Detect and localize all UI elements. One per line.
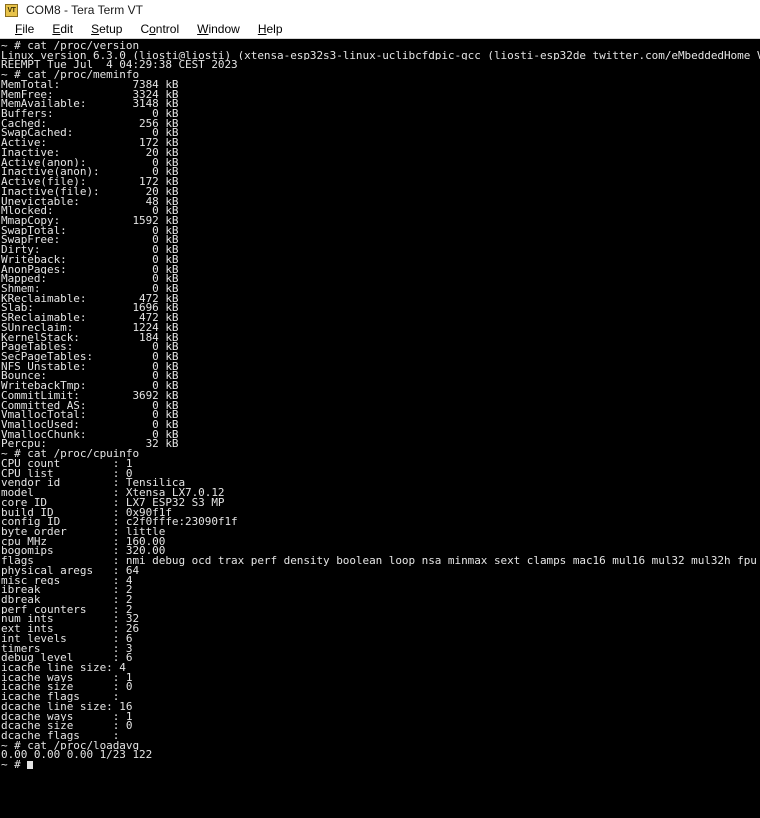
terminal-output: ~ # cat /proc/version Linux version 6.3.0… — [1, 41, 760, 770]
terminal-line: Inactive: 20 kB — [1, 147, 179, 158]
menu-item-control[interactable]: Control — [131, 20, 188, 38]
terminal-line: physical aregs : 64 — [1, 565, 140, 576]
terminal-line: PageTables: 0 kB — [1, 342, 179, 352]
menu-item-edit[interactable]: Edit — [43, 20, 82, 38]
terminal-line: CPU count : 1 — [1, 458, 133, 469]
terminal-line: Active(anon): 0 kB — [1, 157, 179, 168]
terminal-line: SecPageTables: 0 kB — [1, 352, 179, 362]
terminal-line: Writeback: 0 kB — [1, 254, 179, 265]
terminal-line: dcache size : 0 — [1, 721, 133, 732]
menu-accelerator-char: F — [15, 22, 23, 36]
terminal-line: SwapTotal: 0 kB — [1, 225, 179, 236]
terminal-line: model : Xtensa LX7.0.12 — [1, 488, 225, 498]
terminal-line: MemAvailable: 3148 kB — [1, 99, 179, 110]
terminal-line: icache size : 0 — [1, 682, 133, 693]
terminal-line: SwapFree: 0 kB — [1, 235, 179, 246]
title-bar: VT COM8 - Tera Term VT — [0, 0, 760, 20]
terminal-line: icache ways : 1 — [1, 672, 133, 683]
terminal-line: VmallocChunk: 0 kB — [1, 429, 179, 440]
terminal-line: CPU list : 0 — [1, 468, 133, 479]
menu-item-help[interactable]: Help — [249, 20, 292, 38]
terminal-line: cpu MHz : 160.00 — [1, 536, 166, 547]
terminal-line: dcache ways : 1 — [1, 711, 133, 722]
terminal-line: Slab: 1696 kB — [1, 303, 179, 314]
menu-item-window[interactable]: Window — [188, 20, 249, 38]
terminal-line: SwapCached: 0 kB — [1, 128, 179, 139]
terminal-line: build ID : 0x90f1f — [1, 507, 172, 518]
terminal-line: byte order : little — [1, 526, 166, 537]
terminal-line: VmallocUsed: 0 kB — [1, 420, 179, 430]
terminal-line: Dirty: 0 kB — [1, 245, 179, 255]
terminal-line: ~ # cat /proc/version — [1, 41, 140, 51]
terminal-line: Unevictable: 48 kB — [1, 196, 179, 207]
terminal-line: vendor_id : Tensilica — [1, 478, 186, 489]
vt-terminal-icon: VT — [5, 3, 18, 17]
menu-bar: File Edit Setup Control Window Help — [0, 20, 760, 39]
terminal-line: Percpu: 32 kB — [1, 439, 179, 450]
terminal-line: timers : 3 — [1, 643, 133, 654]
terminal-line: VmallocTotal: 0 kB — [1, 410, 179, 421]
terminal-line: Shmem: 0 kB — [1, 283, 179, 294]
terminal-line: MmapCopy: 1592 kB — [1, 215, 179, 226]
menu-accelerator-char: E — [52, 22, 61, 36]
terminal-line: dbreak : 2 — [1, 594, 133, 605]
terminal-line: WritebackTmp: 0 kB — [1, 381, 179, 391]
terminal-line: flags : nmi debug ocd trax perf density … — [1, 556, 760, 566]
terminal-line: ext ints : 26 — [1, 624, 140, 634]
menu-accelerator-char: W — [197, 22, 209, 36]
terminal-line: CommitLimit: 3692 kB — [1, 390, 179, 401]
terminal-line: Inactive(file): 20 kB — [1, 186, 179, 197]
terminal-line: SReclaimable: 472 kB — [1, 313, 179, 323]
terminal-line: Buffers: 0 kB — [1, 109, 179, 119]
terminal-line: Active: 172 kB — [1, 138, 179, 148]
tera-term-window: VT COM8 - Tera Term VT File Edit Setup Cont… — [0, 0, 760, 818]
terminal-line: ~ # — [1, 760, 760, 770]
terminal-line: NFS_Unstable: 0 kB — [1, 361, 179, 372]
terminal-line: MemTotal: 7384 kB — [1, 79, 179, 90]
terminal-line: misc regs : 4 — [1, 575, 133, 586]
terminal-line: REEMPT Tue Jul 4 04:29:38 CEST 2023 — [1, 60, 238, 71]
terminal-line: perf counters : 2 — [1, 604, 133, 615]
terminal-line: config ID : c2f0fffe:23090f1f — [1, 517, 238, 527]
terminal-line: ~ # cat /proc/loadavg — [1, 740, 140, 751]
terminal-line: KernelStack: 184 kB — [1, 332, 179, 343]
terminal-line: icache line size: 4 — [1, 663, 126, 673]
terminal-line: SUnreclaim: 1224 kB — [1, 322, 179, 333]
terminal-line: core ID : LX7_ESP32_S3_MP — [1, 497, 225, 508]
terminal-line: KReclaimable: 472 kB — [1, 293, 179, 304]
menu-accelerator-char: H — [257, 22, 267, 36]
menu-item-setup[interactable]: Setup — [82, 20, 131, 38]
terminal-line: Committed_AS: 0 kB — [1, 400, 179, 411]
terminal-line: 0.00 0.00 0.00 1/23 122 — [1, 750, 153, 761]
terminal-line: dcache flags : — [1, 731, 120, 741]
menu-accelerator-char: S — [91, 22, 100, 36]
terminal-line: MemFree: 3324 kB — [1, 89, 179, 100]
terminal-line: icache flags : — [1, 692, 120, 702]
menu-item-file[interactable]: File — [6, 20, 43, 38]
terminal-line: Inactive(anon): 0 kB — [1, 167, 179, 178]
menu-accelerator-char: o — [149, 22, 156, 36]
terminal-line: Linux version 6.3.0 (liosti@liosti) (xte… — [1, 50, 760, 61]
terminal-line: Mlocked: 0 kB — [1, 206, 179, 216]
terminal-line: ~ # cat /proc/cpuinfo — [1, 449, 140, 459]
terminal-screen[interactable]: ~ # cat /proc/version Linux version 6.3.0… — [0, 39, 760, 818]
terminal-line: Active(file): 172 kB — [1, 177, 179, 187]
terminal-line: ibreak : 2 — [1, 585, 133, 595]
terminal-line: Bounce: 0 kB — [1, 371, 179, 382]
terminal-line: int levels : 6 — [1, 633, 133, 644]
terminal-line: debug level : 6 — [1, 653, 133, 663]
window-title: COM8 - Tera Term VT — [26, 3, 143, 17]
text-cursor — [27, 761, 34, 770]
terminal-line: bogomips : 320.00 — [1, 546, 166, 557]
terminal-line: Mapped: 0 kB — [1, 274, 179, 284]
terminal-line: AnonPages: 0 kB — [1, 264, 179, 275]
terminal-line: dcache line size: 16 — [1, 701, 133, 712]
terminal-line: Cached: 256 kB — [1, 118, 179, 129]
terminal-line: ~ # cat /proc/meminfo — [1, 70, 140, 80]
terminal-line: num ints : 32 — [1, 614, 140, 625]
